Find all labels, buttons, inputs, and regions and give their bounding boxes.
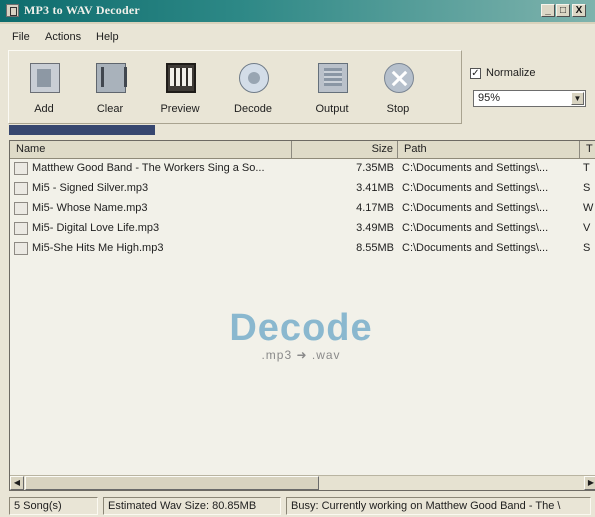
audio-file-icon [14,222,28,235]
song-path: C:\Documents and Settings\... [402,202,549,214]
column-size[interactable]: Size [292,141,398,158]
title-bar: MP3 to WAV Decoder _ □ X [0,0,595,24]
watermark-subtitle: .mp3 ➜ .wav [261,348,341,362]
output-button[interactable]: Output [301,59,363,121]
dropdown-arrow-icon[interactable]: ▼ [571,92,584,105]
song-type: W [583,202,594,214]
song-name: Mi5- Whose Name.mp3 [32,202,148,214]
song-size: 3.49MB [356,222,394,234]
audio-file-icon [14,182,28,195]
preview-icon [166,63,196,93]
stop-button[interactable]: Stop [367,59,429,121]
scroll-right-icon[interactable]: ▶ [584,476,595,490]
song-name: Mi5- Digital Love Life.mp3 [32,222,160,234]
scroll-left-icon[interactable]: ◀ [10,476,24,490]
watermark-title: Decode [229,307,373,349]
song-size: 4.17MB [356,202,394,214]
menu-bar: File Actions Help [0,28,595,46]
song-size: 8.55MB [356,242,394,254]
scroll-thumb[interactable] [25,476,319,490]
stop-icon [384,63,414,93]
stop-label: Stop [386,103,410,115]
window-title: MP3 to WAV Decoder [24,3,140,17]
normalize-level-value: 95% [478,92,501,104]
menu-file[interactable]: File [12,31,30,43]
preview-button[interactable]: Preview [149,59,211,121]
status-bar: 5 Song(s) Estimated Wav Size: 80.85MB Bu… [0,495,595,517]
add-files-icon [30,63,60,93]
normalize-checkbox[interactable]: ✓ [470,68,481,79]
clear-label: Clear [96,103,124,115]
add-label: Add [34,103,54,115]
toolbar: Add Clear Preview Decode Output Stop [8,50,462,124]
column-name[interactable]: Name [10,141,292,158]
horizontal-scrollbar[interactable]: ◀ ▶ [10,475,595,490]
song-type: T [583,162,590,174]
maximize-button[interactable]: □ [556,4,570,17]
song-type: S [583,242,591,254]
output-label: Output [315,103,349,115]
song-path: C:\Documents and Settings\... [402,182,549,194]
normalize-level-select[interactable]: 95% ▼ [473,90,586,107]
menu-help[interactable]: Help [96,31,119,43]
progress-bar [9,125,155,135]
song-size: 7.35MB [356,162,394,174]
preview-label: Preview [160,103,200,115]
decode-button[interactable]: Decode [222,59,284,121]
song-name: Mi5 - Signed Silver.mp3 [32,182,149,194]
audio-file-icon [14,202,28,215]
decode-label: Decode [234,103,272,115]
clear-button[interactable]: Clear [79,59,141,121]
add-button[interactable]: Add [13,59,75,121]
table-row[interactable]: Mi5- Whose Name.mp3 4.17MB C:\Documents … [10,200,595,218]
song-name: Mi5-She Hits Me High.mp3 [32,242,164,254]
status-song-count: 5 Song(s) [9,497,98,515]
column-type[interactable]: T [580,141,595,158]
table-row[interactable]: Mi5 - Signed Silver.mp3 3.41MB C:\Docume… [10,180,595,198]
app-icon [6,4,19,17]
audio-file-icon [14,162,28,175]
table-row[interactable]: Matthew Good Band - The Workers Sing a S… [10,160,595,178]
normalize-label: Normalize [486,67,536,79]
decode-icon [239,63,269,93]
column-path[interactable]: Path [398,141,580,158]
song-path: C:\Documents and Settings\... [402,162,549,174]
table-row[interactable]: Mi5- Digital Love Life.mp3 3.49MB C:\Doc… [10,220,595,238]
output-folder-icon [318,63,348,93]
song-path: C:\Documents and Settings\... [402,242,549,254]
audio-file-icon [14,242,28,255]
song-path: C:\Documents and Settings\... [402,222,549,234]
song-size: 3.41MB [356,182,394,194]
list-header: Name Size Path T [10,141,595,159]
status-wav-size: Estimated Wav Size: 80.85MB [103,497,281,515]
menu-actions[interactable]: Actions [45,31,81,43]
song-type: S [583,182,591,194]
close-button[interactable]: X [572,4,586,17]
song-type: V [583,222,591,234]
song-list[interactable]: Name Size Path T Matthew Good Band - The… [9,140,595,491]
decode-watermark: Decode .mp3 ➜ .wav [216,307,386,362]
song-name: Matthew Good Band - The Workers Sing a S… [32,162,265,174]
table-row[interactable]: Mi5-She Hits Me High.mp3 8.55MB C:\Docum… [10,240,595,258]
clear-icon [96,63,127,93]
minimize-button[interactable]: _ [541,4,555,17]
status-busy: Busy: Currently working on Matthew Good … [286,497,591,515]
